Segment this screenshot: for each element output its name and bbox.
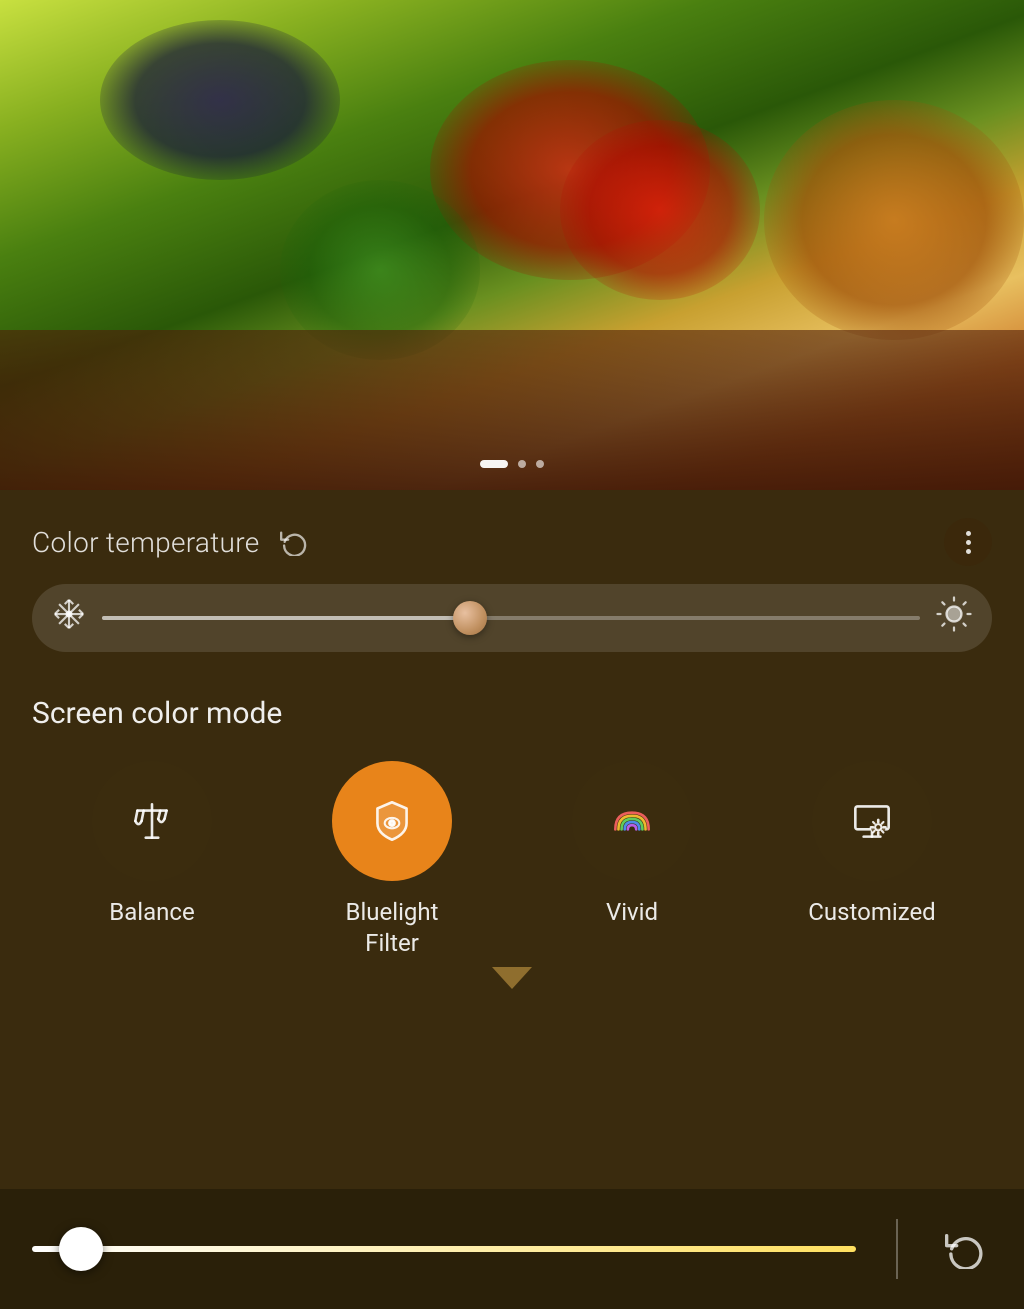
balance-mode-item[interactable]: Balance (72, 761, 232, 928)
bowl-blob (764, 100, 1024, 340)
temperature-slider-container (32, 584, 992, 652)
page-indicator-2[interactable] (518, 460, 526, 468)
raspberry-blob-2 (560, 120, 760, 300)
page-indicator-1[interactable] (480, 460, 508, 468)
settings-panel: Color temperature (0, 490, 1024, 1309)
hero-image (0, 0, 1024, 490)
temperature-slider-track[interactable] (102, 616, 920, 620)
down-arrow-triangle (492, 967, 532, 989)
customized-mode-label: Customized (808, 897, 935, 928)
brightness-slider-container (32, 1246, 856, 1252)
brightness-reset-button[interactable] (938, 1222, 992, 1276)
color-temp-refresh-button[interactable] (278, 526, 310, 558)
expand-arrow (32, 959, 992, 989)
warm-icon (936, 596, 972, 640)
vivid-mode-item[interactable]: Vivid (552, 761, 712, 928)
bluelight-filter-mode-item[interactable]: Bluelight Filter (312, 761, 472, 959)
temperature-slider-thumb[interactable] (453, 601, 487, 635)
brightness-divider (896, 1219, 898, 1279)
screen-color-mode-title: Screen color mode (32, 696, 992, 731)
color-modes-list: Balance Bluelight Filter (32, 761, 992, 959)
page-indicators (480, 460, 544, 468)
brightness-slider-track[interactable] (32, 1246, 856, 1252)
bluelight-mode-label: Bluelight Filter (346, 897, 439, 959)
screen-color-mode-section: Screen color mode (0, 672, 1024, 1009)
color-temperature-section: Color temperature (0, 490, 1024, 672)
bluelight-mode-circle (332, 761, 452, 881)
balance-mode-circle (92, 761, 212, 881)
cold-icon (52, 597, 86, 639)
more-options-button[interactable] (944, 518, 992, 566)
blueberry-blob (100, 20, 340, 180)
vivid-mode-circle (572, 761, 692, 881)
page-indicator-3[interactable] (536, 460, 544, 468)
temperature-slider-fill (102, 616, 470, 620)
customized-mode-item[interactable]: Customized (792, 761, 952, 928)
color-temp-header: Color temperature (32, 518, 992, 566)
balance-mode-label: Balance (109, 897, 194, 928)
customized-mode-circle (812, 761, 932, 881)
brightness-section (0, 1189, 1024, 1309)
color-temp-title: Color temperature (32, 526, 260, 559)
brightness-slider-thumb[interactable] (59, 1227, 103, 1271)
color-temp-left: Color temperature (32, 526, 310, 559)
vivid-mode-label: Vivid (606, 897, 658, 928)
three-dots-icon (966, 531, 971, 554)
